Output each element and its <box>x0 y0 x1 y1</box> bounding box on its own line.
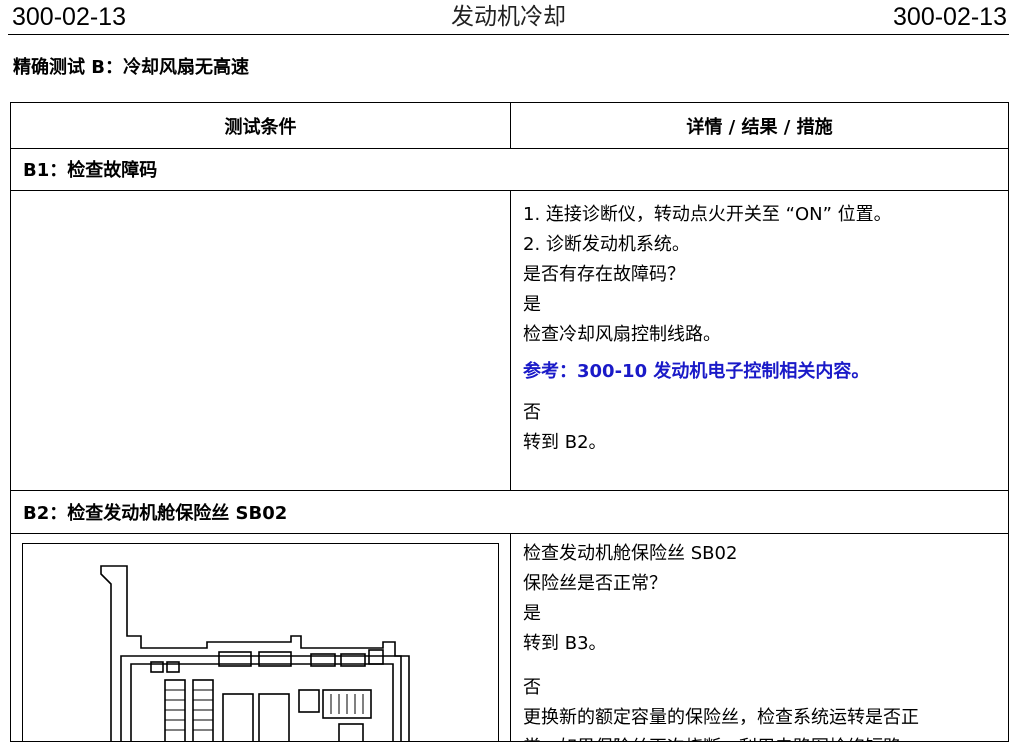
detail-line: 1. 连接诊断仪，转动点火开关至 “ON” 位置。 <box>523 204 892 225</box>
detail-line: 常。如果保险丝再次烧断，利用电路图检修短路 <box>523 733 919 741</box>
page-number-right: 300-02-13 <box>893 3 1007 31</box>
chapter-title: 发动机冷却 <box>451 4 566 30</box>
step-title-row: B1：检查故障码 <box>11 148 1008 191</box>
detail-line: 否 <box>523 402 541 423</box>
detail-line: 转到 B2。 <box>523 432 607 453</box>
detail-line: 检查发动机舱保险丝 SB02 <box>523 543 738 564</box>
fuse-box-drawing <box>100 565 410 741</box>
detail-line: 是 <box>523 294 541 315</box>
detail-line: 更换新的额定容量的保险丝，检查系统运转是否正 <box>523 707 919 728</box>
detail-line: 检查冷却风扇控制线路。 <box>523 324 721 345</box>
column-header-condition: 测试条件 <box>224 116 297 138</box>
page-header: 300-02-13 发动机冷却 300-02-13 <box>8 0 1009 35</box>
step-row-b1: 1. 连接诊断仪，转动点火开关至 “ON” 位置。 2. 诊断发动机系统。 是否… <box>11 190 1008 491</box>
detail-line: 否 <box>523 677 541 698</box>
details-b2: 检查发动机舱保险丝 SB02 保险丝是否正常？ 是 转到 B3。 否 更换新的额… <box>523 539 919 741</box>
test-table: 测试条件 详情 / 结果 / 措施 B1：检查故障码 1. 连接诊断仪，转动点火… <box>10 102 1009 742</box>
detail-line: 是否有存在故障码？ <box>523 264 685 285</box>
reference-link[interactable]: 参考：300-10 发动机电子控制相关内容。 <box>523 350 892 398</box>
detail-line: 转到 B3。 <box>523 633 607 654</box>
table-header-row: 测试条件 详情 / 结果 / 措施 <box>11 103 1008 149</box>
detail-line: 2. 诊断发动机系统。 <box>523 234 690 255</box>
step-title-b2: B2：检查发动机舱保险丝 SB02 <box>23 502 288 524</box>
step-row-b2: 检查发动机舱保险丝 SB02 保险丝是否正常？ 是 转到 B3。 否 更换新的额… <box>11 533 1008 741</box>
section-title: 精确测试 B：冷却风扇无高速 <box>13 57 249 78</box>
detail-line: 保险丝是否正常？ <box>523 573 667 594</box>
step-title-row: B2：检查发动机舱保险丝 SB02 <box>11 490 1008 534</box>
column-header-details: 详情 / 结果 / 措施 <box>686 116 833 138</box>
details-b1: 1. 连接诊断仪，转动点火开关至 “ON” 位置。 2. 诊断发动机系统。 是否… <box>523 200 892 458</box>
step-title-b1: B1：检查故障码 <box>23 160 158 181</box>
fuse-box-diagram <box>22 543 499 741</box>
detail-line: 是 <box>523 603 541 624</box>
